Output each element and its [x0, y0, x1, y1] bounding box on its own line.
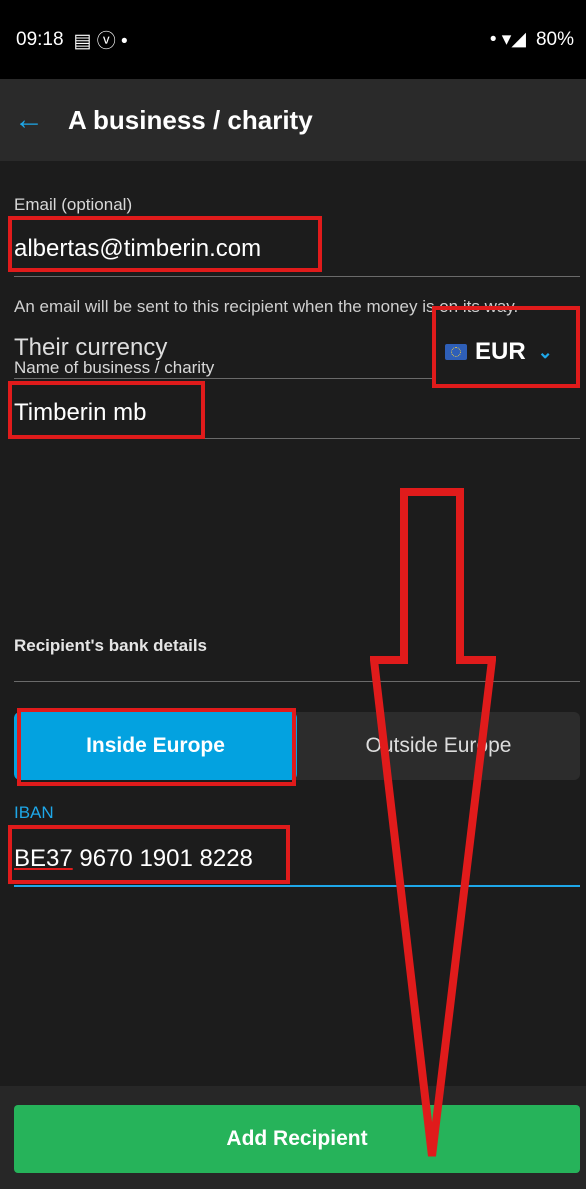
down-arrow-annotation: [370, 488, 496, 1157]
email-underline: [14, 276, 580, 277]
tab-inside-europe[interactable]: Inside Europe: [14, 712, 297, 780]
battery-level: 80%: [535, 28, 574, 50]
arrow-left-icon[interactable]: ←: [14, 105, 44, 135]
currency-underline: [14, 378, 434, 379]
tab-outside-europe[interactable]: Outside Europe: [297, 712, 580, 780]
iban-label: IBAN: [14, 803, 54, 822]
eu-flag-icon: [445, 344, 467, 360]
signal-wifi-icons: • ▾◢: [489, 29, 526, 50]
iban-number: 9670 1901 8228: [72, 845, 253, 872]
currency-label: Their currency: [14, 334, 168, 361]
page-title: A business / charity: [68, 104, 313, 135]
iban-underline: [14, 885, 580, 887]
chevron-down-icon: ⌄: [537, 341, 553, 362]
currency-code: EUR: [475, 338, 526, 365]
bank-details-title: Recipient's bank details: [14, 636, 207, 655]
bank-details-divider: [14, 681, 580, 682]
business-name-field[interactable]: Timberin mb: [14, 399, 146, 427]
notification-icons: ▤ ⓥ •: [73, 31, 128, 52]
currency-select[interactable]: EUR ⌄: [445, 338, 553, 366]
iban-country-check: BE37: [14, 845, 73, 872]
business-name-underline: [14, 438, 580, 439]
iban-field[interactable]: BE37 9670 1901 8228: [14, 845, 253, 873]
region-toggle: Inside Europe Outside Europe: [14, 712, 580, 780]
email-helper-text: An email will be sent to this recipient …: [14, 297, 519, 316]
email-field[interactable]: albertas@timberin.com: [14, 235, 261, 263]
status-bar: 09:18 ▤ ⓥ • • ▾◢ 80%: [0, 0, 586, 79]
email-label: Email (optional): [14, 195, 133, 214]
app-bar: ← A business / charity: [0, 79, 586, 161]
add-recipient-button[interactable]: Add Recipient: [14, 1105, 580, 1173]
status-time: 09:18: [16, 28, 64, 50]
